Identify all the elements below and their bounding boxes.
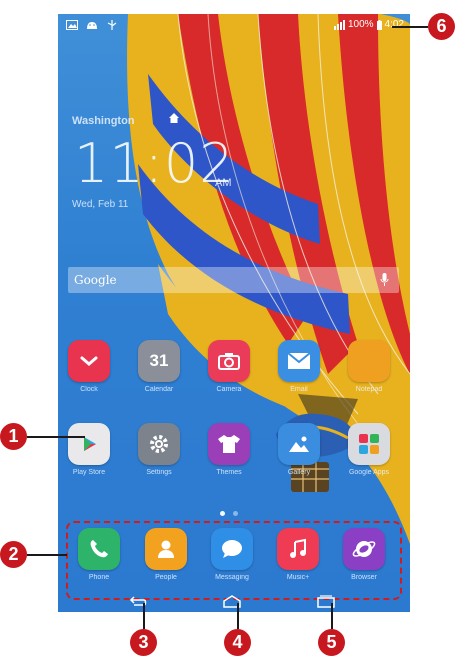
email-icon (278, 340, 320, 382)
callout-4: 4 (224, 629, 251, 656)
home-nav-icon[interactable] (222, 595, 242, 609)
image-icon (66, 20, 78, 30)
app-label: Browser (351, 574, 377, 581)
folder-icon (348, 423, 390, 465)
callout-6-line (392, 26, 428, 28)
dock-people[interactable]: People (136, 528, 196, 581)
signal-icon (333, 19, 345, 30)
app-label: Themes (216, 469, 242, 476)
camera-icon (208, 340, 250, 382)
app-label: Calendar (144, 386, 174, 393)
dock-messaging[interactable]: Messaging (202, 528, 262, 581)
clock-widget-ampm: AM (215, 177, 232, 189)
callout-5-line (331, 603, 333, 629)
page-dot (233, 511, 238, 516)
app-label: People (155, 574, 177, 581)
battery-icon (376, 19, 382, 30)
app-label: Email (290, 386, 308, 393)
phone-screen: 100% 4:02 Washington 11:02 AM Wed, Feb 1… (58, 14, 410, 612)
app-email[interactable]: Email (269, 340, 329, 393)
app-label: Messaging (215, 574, 249, 581)
phone-icon (78, 528, 120, 570)
app-label: Google Apps (348, 469, 390, 476)
app-camera[interactable]: Camera (199, 340, 259, 393)
music-icon (277, 528, 319, 570)
app-calendar[interactable]: 31 Calendar (129, 340, 189, 393)
app-notepad[interactable]: Notepad (339, 340, 399, 393)
callout-5: 5 (318, 629, 345, 656)
app-gallery[interactable]: Gallery (269, 423, 329, 476)
callout-4-line (237, 603, 239, 629)
clock-widget-time[interactable]: 11:02 (74, 132, 235, 195)
callout-2: 2 (0, 541, 27, 568)
app-play-store[interactable]: Play Store (59, 423, 119, 476)
dock-browser[interactable]: Browser (334, 528, 394, 581)
play-store-icon (68, 423, 110, 465)
notepad-icon (348, 340, 390, 382)
status-time: 4:02 (384, 19, 404, 30)
status-bar: 100% 4:02 (58, 14, 410, 36)
contacts-icon (145, 528, 187, 570)
usb-icon (107, 20, 117, 30)
settings-icon (138, 423, 180, 465)
themes-icon (208, 423, 250, 465)
app-label: Notepad (355, 386, 383, 393)
calendar-day: 31 (149, 351, 169, 370)
page-indicator (220, 511, 238, 516)
app-label: Settings (146, 469, 172, 476)
app-label: Camera (216, 386, 242, 393)
microphone-icon[interactable] (380, 273, 389, 287)
status-right: 100% 4:02 (333, 19, 404, 30)
app-label: Phone (88, 574, 110, 581)
weather-location[interactable]: Washington (72, 115, 135, 127)
clock-widget-date: Wed, Feb 11 (72, 199, 129, 210)
clock-icon (68, 340, 110, 382)
app-settings[interactable]: Settings (129, 423, 189, 476)
app-label: Music+ (286, 574, 310, 581)
app-label: Clock (80, 386, 98, 393)
app-label: Gallery (287, 469, 311, 476)
callout-3-line (143, 603, 145, 629)
home-icon (169, 113, 179, 123)
dock-music[interactable]: Music+ (268, 528, 328, 581)
android-icon (87, 22, 97, 29)
page-dot-active (220, 511, 225, 516)
messaging-icon (211, 528, 253, 570)
status-left-icons (58, 20, 118, 30)
recent-apps-icon[interactable] (316, 595, 336, 609)
app-themes[interactable]: Themes (199, 423, 259, 476)
callout-1-line (27, 436, 85, 438)
google-search-bar[interactable]: Google (68, 267, 399, 293)
calendar-icon: 31 (138, 340, 180, 382)
callout-1: 1 (0, 423, 27, 450)
app-label: Play Store (72, 469, 106, 476)
gallery-icon (278, 423, 320, 465)
dock-phone[interactable]: Phone (69, 528, 129, 581)
callout-2-line (27, 554, 67, 556)
app-google-apps-folder[interactable]: Google Apps (339, 423, 399, 476)
battery-percent: 100% (347, 19, 374, 30)
browser-icon (343, 528, 385, 570)
callout-6: 6 (428, 13, 455, 40)
app-clock[interactable]: Clock (59, 340, 119, 393)
google-logo: Google (74, 273, 117, 287)
callout-3: 3 (130, 629, 157, 656)
back-icon[interactable] (128, 595, 148, 609)
